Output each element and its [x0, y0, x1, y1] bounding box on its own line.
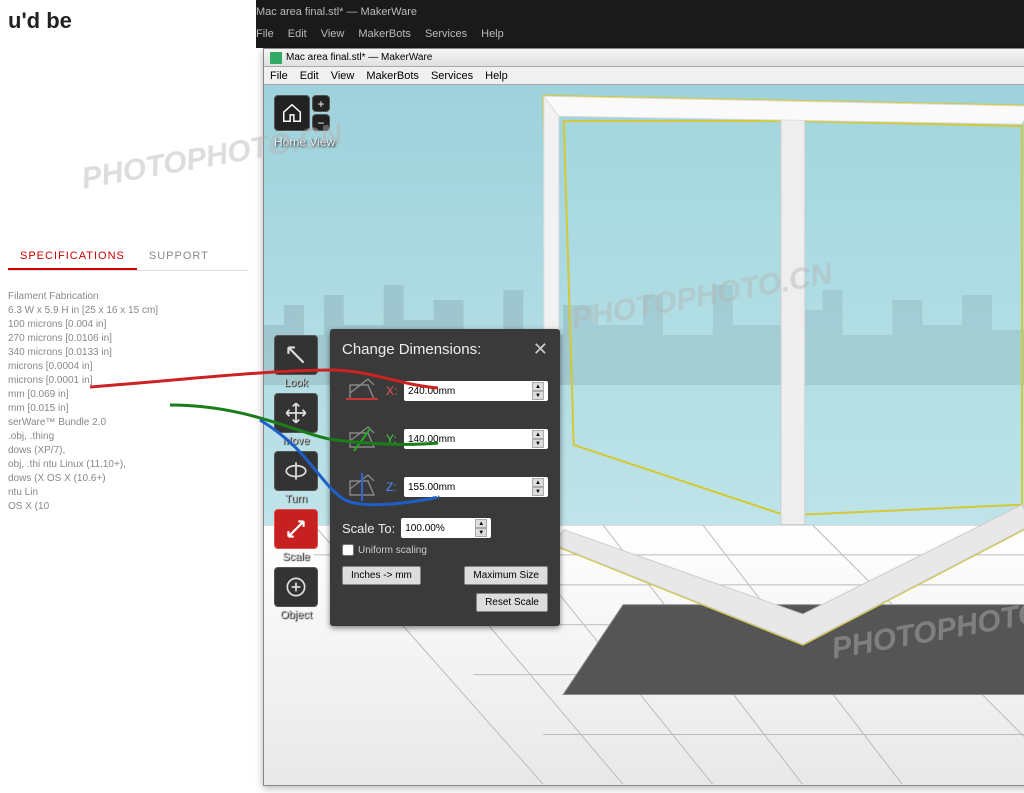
spec-line: serWare™ Bundle 2.0 — [8, 417, 248, 428]
scale-step-down[interactable]: ▼ — [475, 528, 487, 537]
uniform-scaling-label: Uniform scaling — [358, 545, 427, 556]
outer-window-title: Mac area final.stl* — MakerWare — [256, 6, 417, 18]
left-heading: u'd be — [8, 8, 248, 34]
scale-label: Scale — [282, 551, 310, 563]
reset-scale-button[interactable]: Reset Scale — [476, 593, 548, 612]
axis-x-label: X: — [386, 384, 400, 398]
menu-edit[interactable]: Edit — [288, 28, 307, 40]
outer-window-menu: File Edit View MakerBots Services Help — [256, 28, 504, 40]
axis-y-icon — [342, 419, 382, 459]
scale-tool[interactable] — [274, 509, 318, 549]
panel-title: Change Dimensions: — [342, 341, 481, 358]
spec-line: OS X (10 — [8, 501, 248, 512]
menu-help[interactable]: Help — [481, 28, 504, 40]
object-tool[interactable] — [274, 567, 318, 607]
scale-to-label: Scale To: — [342, 521, 395, 536]
close-icon[interactable]: ✕ — [533, 339, 548, 360]
makerware-window: Mac area final.stl* — MakerWare File Edi… — [263, 48, 1024, 786]
menu-help[interactable]: Help — [485, 70, 508, 82]
scale-input[interactable] — [405, 523, 473, 534]
scale-input-wrap[interactable]: ▲▼ — [401, 518, 491, 538]
menu-file[interactable]: File — [270, 70, 288, 82]
menu-edit[interactable]: Edit — [300, 70, 319, 82]
y-step-down[interactable]: ▼ — [532, 439, 544, 448]
menu-services[interactable]: Services — [425, 28, 467, 40]
spec-line: Filament Fabrication — [8, 291, 248, 302]
x-step-up[interactable]: ▲ — [532, 382, 544, 391]
spec-list: Filament Fabrication 6.3 W x 5.9 H in [2… — [8, 291, 248, 512]
change-dimensions-panel: Change Dimensions: ✕ X: ▲▼ Y: ▲▼ — [330, 329, 560, 626]
move-label: Move — [283, 435, 310, 447]
object-label: Object — [280, 609, 312, 621]
units-toggle-button[interactable]: Inches -> mm — [342, 566, 421, 585]
window-title: Mac area final.stl* — MakerWare — [286, 52, 432, 63]
window-titlebar[interactable]: Mac area final.stl* — MakerWare — [264, 49, 1024, 67]
scale-step-up[interactable]: ▲ — [475, 519, 487, 528]
axis-y-input-wrap[interactable]: ▲▼ — [404, 429, 548, 449]
spec-line: .obj, .thing — [8, 431, 248, 442]
axis-z-input[interactable] — [408, 482, 530, 493]
menu-view[interactable]: View — [321, 28, 345, 40]
spec-line: dows (X OS X (10.6+) — [8, 473, 248, 484]
uniform-scaling-checkbox[interactable] — [342, 544, 354, 556]
y-step-up[interactable]: ▲ — [532, 430, 544, 439]
axis-y-input[interactable] — [408, 434, 530, 445]
spec-line: microns [0.0004 in] — [8, 361, 248, 372]
spec-line: 340 microns [0.0133 in] — [8, 347, 248, 358]
z-step-down[interactable]: ▼ — [532, 487, 544, 496]
spec-line: 270 microns [0.0106 in] — [8, 333, 248, 344]
look-label: Look — [284, 377, 308, 389]
spec-line: ntu Lin — [8, 487, 248, 498]
zoom-out-button[interactable]: − — [312, 114, 330, 131]
tab-specifications[interactable]: SPECIFICATIONS — [8, 244, 137, 270]
axis-x-input-wrap[interactable]: ▲▼ — [404, 381, 548, 401]
menu-makerbots[interactable]: MakerBots — [358, 28, 411, 40]
3d-viewport[interactable]: + − Home View Look Move — [264, 85, 1024, 785]
spec-tabs: SPECIFICATIONS SUPPORT — [8, 244, 248, 271]
spec-line: mm [0.015 in] — [8, 403, 248, 414]
spec-line: obj, .thi ntu Linux (11.10+), — [8, 459, 248, 470]
left-spec-panel: u'd be SPECIFICATIONS SUPPORT Filament F… — [0, 0, 256, 793]
axis-x-input[interactable] — [408, 386, 530, 397]
look-tool[interactable] — [274, 335, 318, 375]
menu-file[interactable]: File — [256, 28, 274, 40]
home-button[interactable] — [274, 95, 310, 131]
z-step-up[interactable]: ▲ — [532, 478, 544, 487]
app-icon — [270, 52, 282, 64]
spec-line: mm [0.069 in] — [8, 389, 248, 400]
spec-line: dows (XP/7), — [8, 445, 248, 456]
x-step-down[interactable]: ▼ — [532, 391, 544, 400]
spec-line: microns [0.0001 in] — [8, 375, 248, 386]
axis-y-label: Y: — [386, 432, 400, 446]
turn-label: Turn — [285, 493, 307, 505]
model-3d[interactable] — [504, 85, 1024, 745]
menubar: File Edit View MakerBots Services Help — [264, 67, 1024, 85]
axis-x-icon — [342, 371, 382, 411]
axis-z-input-wrap[interactable]: ▲▼ — [404, 477, 548, 497]
home-view-label: Home View — [274, 135, 335, 149]
tab-support[interactable]: SUPPORT — [137, 244, 221, 270]
menu-services[interactable]: Services — [431, 70, 473, 82]
spec-line: 6.3 W x 5.9 H in [25 x 16 x 15 cm] — [8, 305, 248, 316]
axis-z-icon — [342, 467, 382, 507]
move-tool[interactable] — [274, 393, 318, 433]
tool-strip: Look Move Turn Scale — [274, 335, 318, 621]
turn-tool[interactable] — [274, 451, 318, 491]
menu-view[interactable]: View — [331, 70, 355, 82]
axis-z-label: Z: — [386, 480, 400, 494]
home-view-buttons: + − — [274, 95, 330, 131]
menu-makerbots[interactable]: MakerBots — [366, 70, 419, 82]
zoom-in-button[interactable]: + — [312, 95, 330, 112]
maximum-size-button[interactable]: Maximum Size — [464, 566, 548, 585]
spec-line: 100 microns [0.004 in] — [8, 319, 248, 330]
